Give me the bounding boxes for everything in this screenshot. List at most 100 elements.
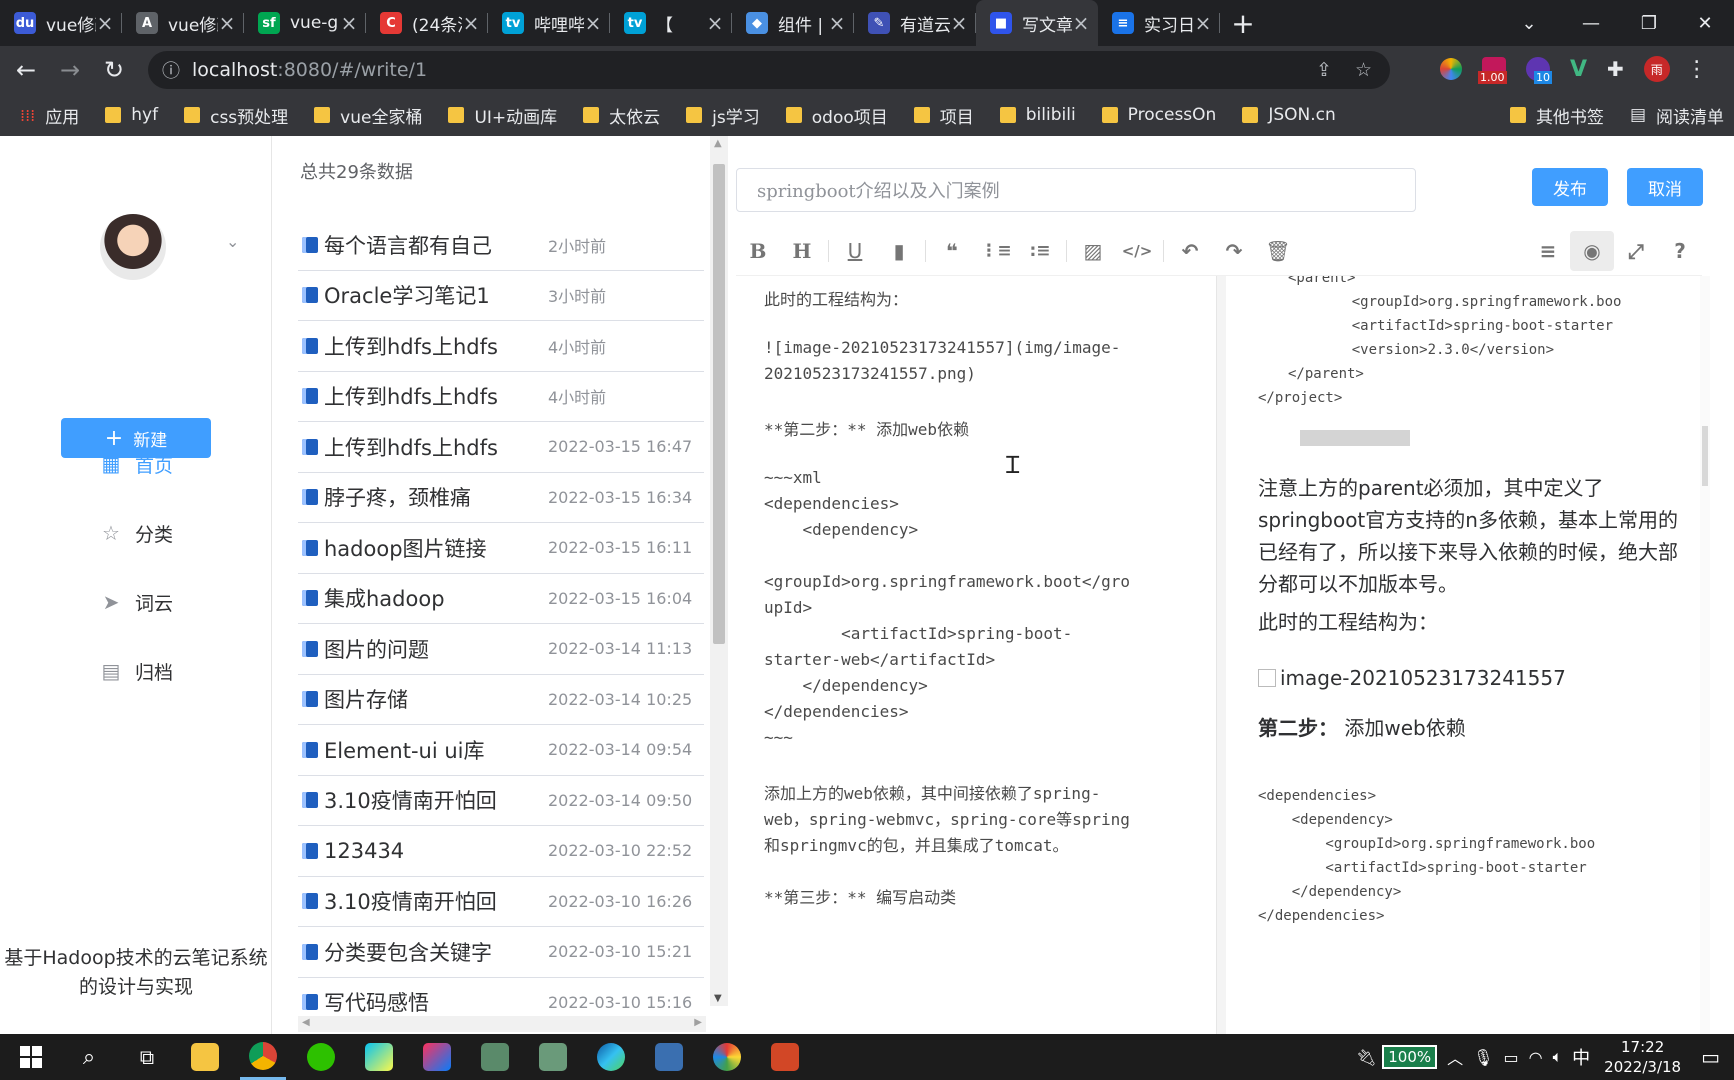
user-avatar[interactable]	[100, 214, 166, 280]
bold-icon[interactable]: B	[736, 231, 780, 271]
tab-close-icon[interactable]: ×	[950, 11, 968, 35]
note-row[interactable]: 3.10疫情南开怕回 2022-03-10 16:26	[298, 877, 704, 927]
menu-item[interactable]: ▦ 首页	[0, 444, 272, 484]
battery-indicator[interactable]: 100%	[1382, 1045, 1438, 1069]
wifi-icon[interactable]: ◠	[1529, 1048, 1543, 1067]
bookmark-item[interactable]: JSON.cn	[1242, 105, 1336, 125]
menu-item[interactable]: ☆ 分类	[0, 513, 272, 553]
task-view-icon[interactable]: ⧉	[124, 1034, 170, 1080]
tab-close-icon[interactable]: ×	[462, 11, 480, 35]
extension-hat-icon[interactable]: 10	[1526, 57, 1552, 84]
note-row[interactable]: 图片的问题 2022-03-14 11:13	[298, 624, 704, 675]
bookmark-item[interactable]: bilibili	[999, 105, 1076, 125]
tab-close-icon[interactable]: ×	[1194, 11, 1212, 35]
volume-icon[interactable]: 🔈︎	[1553, 1047, 1563, 1067]
browser-tab[interactable]: Avue修改×	[122, 0, 244, 46]
site-info-icon[interactable]: ⓘ	[162, 57, 180, 83]
chrome-menu-icon[interactable]: ⋮	[1686, 57, 1708, 82]
restore-button[interactable]: ❐	[1620, 0, 1678, 46]
note-row[interactable]: 集成hadoop 2022-03-15 16:04	[298, 574, 704, 624]
back-button[interactable]: ←	[8, 52, 44, 88]
tab-close-icon[interactable]: ×	[706, 11, 724, 35]
share-icon[interactable]: ⇪	[1316, 59, 1332, 81]
note-row[interactable]: hadoop图片链接 2022-03-15 16:11	[298, 523, 704, 574]
bookmark-item[interactable]: UI+动画库	[448, 103, 557, 128]
tab-close-icon[interactable]: ×	[584, 11, 602, 35]
tab-search-icon[interactable]: ⌄	[1500, 0, 1558, 46]
bookmark-item[interactable]: js学习	[686, 103, 760, 128]
bookmark-item[interactable]: ProcessOn	[1101, 105, 1216, 125]
bookmark-item[interactable]: 太依云	[583, 103, 660, 128]
browser-tab[interactable]: tv 哔哩哔 ×	[488, 0, 610, 46]
chevron-down-icon[interactable]: ⌄	[226, 232, 239, 251]
extension-video-icon[interactable]: 1.00	[1478, 57, 1507, 84]
browser-tab[interactable]: sf vue-g ×	[244, 0, 366, 46]
search-icon[interactable]: ⌕	[66, 1034, 112, 1080]
pane-divider[interactable]	[1216, 276, 1226, 1036]
note-list-scrollbar[interactable]: ▲ ▼	[710, 136, 728, 1006]
scrollbar-thumb[interactable]	[1702, 426, 1708, 486]
browser-tab[interactable]: duvue修改×	[0, 0, 122, 46]
title-input[interactable]: springboot介绍以及入门案例	[736, 168, 1416, 212]
underline-icon[interactable]: U	[833, 231, 877, 271]
powerpoint-icon[interactable]	[762, 1034, 808, 1080]
close-window-button[interactable]: ✕	[1676, 0, 1734, 46]
window-app-icon-2[interactable]	[530, 1034, 576, 1080]
scroll-down-icon[interactable]: ▼	[714, 993, 722, 1004]
browser-tab[interactable]: ≡ 实习日 ×	[1098, 0, 1220, 46]
preview-hscrollbar[interactable]	[1300, 430, 1410, 446]
clock[interactable]: 17:22 2022/3/18	[1604, 1037, 1681, 1077]
bookmark-item[interactable]: hyf	[105, 105, 158, 125]
note-row[interactable]: Element-ui ui库 2022-03-14 09:54	[298, 725, 704, 776]
note-row[interactable]: 3.10疫情南开怕回 2022-03-14 09:50	[298, 776, 704, 826]
note-row[interactable]: 上传到hdfs上hdfs 4小时前	[298, 321, 704, 372]
minimize-button[interactable]: —	[1562, 0, 1620, 46]
toc-icon[interactable]: ≡	[1526, 231, 1570, 271]
forward-button[interactable]: →	[52, 52, 88, 88]
tab-close-icon[interactable]: ×	[828, 11, 846, 35]
tab-close-icon[interactable]: ×	[218, 11, 236, 35]
ime-indicator[interactable]: 中	[1572, 1044, 1590, 1070]
bookmark-item[interactable]: odoo项目	[785, 103, 888, 128]
note-row[interactable]: 每个语言都有自己 2小时前	[298, 220, 704, 271]
tab-close-icon[interactable]: ×	[1072, 11, 1090, 35]
window-app-icon[interactable]	[472, 1034, 518, 1080]
scroll-up-icon[interactable]: ▲	[714, 138, 722, 149]
scroll-left-icon[interactable]: ◀	[302, 1017, 310, 1028]
note-row[interactable]: 图片存储 2022-03-14 10:25	[298, 675, 704, 725]
scroll-right-icon[interactable]: ▶	[694, 1017, 702, 1028]
undo-icon[interactable]: ↶	[1168, 231, 1212, 271]
notification-icon[interactable]: ▭	[1701, 1045, 1720, 1069]
webstorm-icon[interactable]	[356, 1034, 402, 1080]
redo-icon[interactable]: ↷	[1212, 231, 1256, 271]
heading-icon[interactable]: H	[780, 231, 824, 271]
note-row[interactable]: 上传到hdfs上hdfs 2022-03-15 16:47	[298, 422, 704, 473]
extension-color-icon[interactable]	[1440, 58, 1462, 80]
browser-tab[interactable]: ✎ 有道云 ×	[854, 0, 976, 46]
bookmark-item[interactable]: vue全家桶	[314, 103, 422, 128]
unordered-list-icon[interactable]: :≡	[1018, 231, 1062, 271]
bookmark-item[interactable]: css预处理	[184, 103, 288, 128]
browser-tab[interactable]: ■ 写文章 ×	[976, 0, 1098, 46]
note-row[interactable]: 分类要包含关键字 2022-03-10 15:21	[298, 927, 704, 978]
bookmark-reading-list[interactable]: ▤ 阅读清单	[1630, 103, 1724, 128]
note-row[interactable]: 上传到hdfs上hdfs 4小时前	[298, 372, 704, 422]
note-list-hscrollbar[interactable]: ◀ ▶	[298, 1016, 706, 1032]
colorful-app-icon[interactable]	[704, 1034, 750, 1080]
publish-button[interactable]: 发布	[1532, 168, 1608, 206]
tab-close-icon[interactable]: ×	[340, 11, 358, 35]
file-explorer-icon[interactable]	[182, 1034, 228, 1080]
edge-icon[interactable]	[588, 1034, 634, 1080]
extensions-puzzle-icon[interactable]: ✚	[1607, 57, 1624, 81]
cancel-button[interactable]: 取消	[1627, 168, 1703, 206]
microphone-icon[interactable]: 🎙︎	[1473, 1048, 1493, 1067]
battery-icon[interactable]: ▭	[1503, 1048, 1518, 1067]
ordered-list-icon[interactable]: ⋮≡	[974, 231, 1018, 271]
help-icon[interactable]: ?	[1658, 231, 1702, 271]
browser-tab[interactable]: C (24条消×	[366, 0, 488, 46]
extension-vue-icon[interactable]: V	[1570, 57, 1587, 82]
fullscreen-icon[interactable]: ⤢	[1614, 231, 1658, 271]
url-input[interactable]: ⓘ localhost:8080/#/write/1 ⇪ ☆	[148, 51, 1390, 89]
menu-item[interactable]: ➤ 词云	[0, 582, 272, 622]
reload-button[interactable]: ↻	[96, 52, 132, 88]
